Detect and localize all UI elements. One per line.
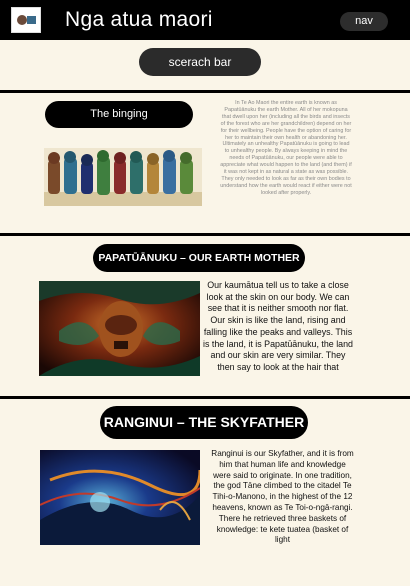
binging-title: The binging [45, 101, 193, 128]
section-divider [0, 396, 410, 399]
papatuanuku-body: Our kaumātua tell us to take a close loo… [203, 280, 353, 372]
ranginui-title: RANGINUI – THE SKYFATHER [100, 406, 308, 439]
site-title: Nga atua maori [65, 8, 213, 31]
section-divider [0, 90, 410, 93]
papatuanuku-image [39, 281, 200, 376]
logo-icon[interactable] [11, 7, 41, 33]
papatuanuku-title: PAPATŪĀNUKU – OUR EARTH MOTHER [93, 244, 305, 272]
ranginui-body: Ranginui is our Skyfather, and it is fro… [211, 449, 354, 545]
atua-figures-image [44, 148, 202, 206]
site-header: Nga atua maori nav [0, 0, 410, 40]
binging-body: In Te Ao Maori the entire earth is known… [220, 100, 352, 196]
search-bar[interactable]: scerach bar [139, 48, 261, 76]
ranginui-image [40, 450, 200, 545]
section-divider [0, 233, 410, 236]
search-section: scerach bar [0, 40, 410, 90]
nav-button[interactable]: nav [340, 12, 388, 31]
